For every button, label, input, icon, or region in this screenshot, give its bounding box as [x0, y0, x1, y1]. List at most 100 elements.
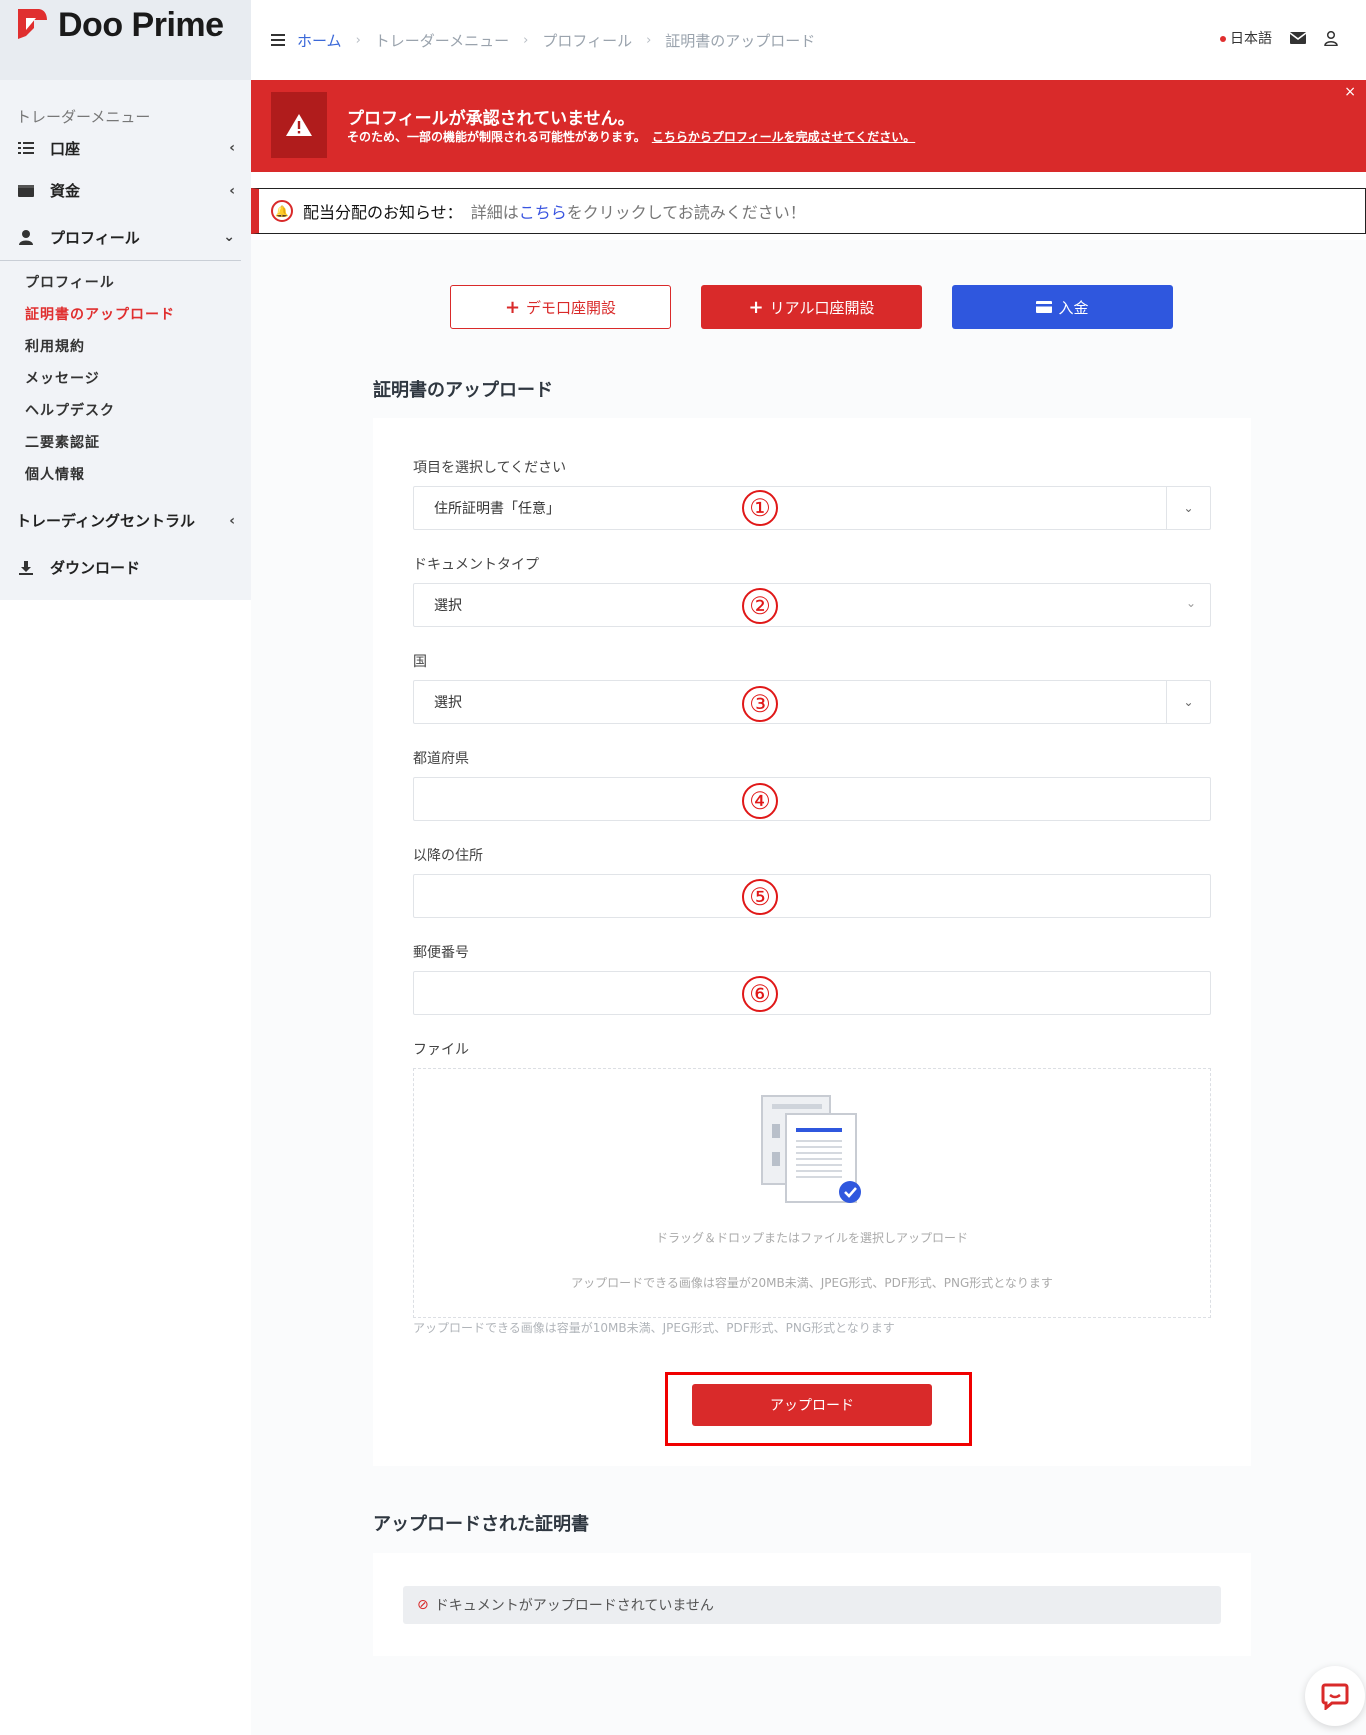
warning-icon: [271, 92, 327, 158]
submenu-item-helpdesk[interactable]: ヘルプデスク: [25, 395, 251, 427]
plus-icon: +: [748, 296, 764, 318]
deposit-button[interactable]: 入金: [952, 285, 1173, 329]
item-select-value: 住所証明書「任意」: [434, 501, 560, 517]
item-select-label: 項目を選択してください: [413, 460, 567, 476]
file-label: ファイル: [413, 1042, 469, 1058]
language-selector[interactable]: 日本語: [1220, 28, 1272, 48]
sidebar-item-label: 口座: [50, 139, 81, 158]
sidebar-item-download[interactable]: ダウンロード: [0, 544, 251, 591]
credit-card-icon: [1036, 301, 1053, 313]
alert-text: そのため、一部の機能が制限される可能性があります。: [347, 130, 646, 144]
submenu-item-document-upload[interactable]: 証明書のアップロード: [25, 299, 251, 331]
document-type-value: 選択: [434, 598, 462, 614]
postal-code-input[interactable]: [413, 971, 1211, 1015]
profile-not-approved-alert: プロフィールが承認されていません。 そのため、一部の機能が制限される可能性があり…: [251, 80, 1366, 172]
chevron-left-icon: ‹: [229, 140, 235, 156]
submenu-item-messages[interactable]: メッセージ: [25, 363, 251, 395]
submenu-item-2fa[interactable]: 二要素認証: [25, 427, 251, 459]
button-label: デモ口座開設: [526, 298, 617, 317]
sidebar-item-accounts[interactable]: 口座 ‹: [0, 129, 251, 167]
sidebar-item-label: 資金: [50, 182, 81, 200]
marker-5: ⑤: [742, 879, 778, 915]
hamburger-menu-icon[interactable]: [269, 34, 287, 46]
ban-icon: ⊘: [417, 1597, 429, 1613]
submenu-item-profile[interactable]: プロフィール: [25, 267, 251, 299]
country-value: 選択: [434, 695, 462, 711]
chat-support-button[interactable]: [1305, 1666, 1365, 1726]
menu-title: トレーダーメニュー: [16, 108, 151, 126]
marker-3: ③: [742, 686, 778, 722]
notice-title: 配当分配のお知らせ：: [303, 203, 463, 222]
open-real-account-button[interactable]: + リアル口座開設: [701, 285, 922, 329]
dividend-notice: 🔔 配当分配のお知らせ： 詳細は こちら をクリックしてお読みください！: [251, 188, 1366, 234]
profile-submenu: プロフィール 証明書のアップロード 利用規約 メッセージ ヘルプデスク 二要素認…: [0, 261, 251, 497]
breadcrumb-trader-menu[interactable]: トレーダーメニュー: [375, 30, 509, 51]
chevron-left-icon: ‹: [229, 182, 235, 199]
document-type-select[interactable]: 選択 ⌄: [413, 583, 1211, 627]
dropzone-text: ドラッグ＆ドロップまたはファイルを選択しアップロード: [655, 1231, 968, 1245]
breadcrumb-separator: ›: [523, 32, 529, 48]
chevron-down-icon: ⌄: [223, 229, 235, 245]
sidebar: Doo Prime トレーダーメニュー 口座 ‹ 資金 ‹ プロフィール ⌄ プ…: [0, 0, 251, 600]
header-actions: 日本語: [1220, 28, 1338, 48]
notice-link[interactable]: こちら: [519, 199, 567, 223]
user-icon: [16, 229, 36, 245]
mail-icon[interactable]: [1290, 32, 1306, 44]
address-label: 以降の住所: [413, 848, 483, 864]
close-icon[interactable]: ×: [1344, 84, 1356, 100]
sidebar-item-profile[interactable]: プロフィール ⌄: [0, 214, 241, 261]
notice-text-before: 詳細は: [470, 203, 519, 222]
bell-icon: 🔔: [271, 200, 293, 222]
upload-section-title: 証明書のアップロード: [373, 380, 553, 401]
upload-button[interactable]: アップロード: [692, 1384, 932, 1426]
brand-name: Doo Prime: [58, 6, 224, 44]
submenu-item-terms[interactable]: 利用規約: [25, 331, 251, 363]
prefecture-input[interactable]: [413, 777, 1211, 821]
complete-profile-link[interactable]: こちらからプロフィールを完成させてください。: [652, 130, 915, 144]
empty-text: ドキュメントがアップロードされていません: [434, 1598, 714, 1614]
chat-icon: [1321, 1683, 1349, 1710]
uploaded-documents-title: アップロードされた証明書: [373, 1514, 589, 1535]
user-account-icon[interactable]: [1324, 30, 1338, 46]
sidebar-item-trading-central[interactable]: トレーディングセントラル ‹: [0, 497, 251, 544]
list-icon: [16, 140, 36, 156]
chevron-left-icon: ‹: [229, 512, 235, 529]
marker-1: ①: [742, 490, 778, 526]
open-demo-account-button[interactable]: + デモ口座開設: [450, 285, 671, 329]
alert-title: プロフィールが承認されていません。: [347, 109, 635, 129]
submenu-item-personal-info[interactable]: 個人情報: [25, 459, 251, 491]
wallet-icon: [16, 183, 36, 199]
chevron-down-icon: ⌄: [1185, 596, 1196, 610]
notice-text-after: をクリックしてお読みください！: [566, 203, 806, 222]
item-select[interactable]: 住所証明書「任意」 ⌄: [413, 486, 1211, 530]
document-type-label: ドキュメントタイプ: [413, 557, 539, 573]
marker-4: ④: [742, 783, 778, 819]
marker-6: ⑥: [742, 976, 778, 1012]
flag-icon: [1220, 36, 1226, 42]
dropzone-hint: アップロードできる画像は容量が20MB未満、JPEG形式、PDF形式、PNG形式…: [571, 1276, 1053, 1290]
country-label: 国: [413, 654, 427, 670]
logo[interactable]: Doo Prime: [0, 0, 251, 80]
postal-code-label: 郵便番号: [413, 945, 469, 961]
file-size-hint: アップロードできる画像は容量が10MB未満、JPEG形式、PDF形式、PNG形式…: [413, 1321, 895, 1335]
no-documents-message: ⊘ ドキュメントがアップロードされていません: [403, 1586, 1221, 1624]
top-header: ホーム › トレーダーメニュー › プロフィール › 証明書のアップロード 日本…: [251, 0, 1366, 80]
prefecture-label: 都道府県: [413, 751, 469, 767]
breadcrumb-profile[interactable]: プロフィール: [542, 30, 632, 51]
sidebar-item-label: トレーディングセントラル: [16, 512, 195, 530]
file-dropzone[interactable]: ドラッグ＆ドロップまたはファイルを選択しアップロード アップロードできる画像は容…: [413, 1068, 1211, 1318]
button-label: リアル口座開設: [769, 298, 875, 317]
download-icon: [16, 560, 36, 576]
chevron-down-icon: ⌄: [1166, 681, 1210, 723]
address-input[interactable]: [413, 874, 1211, 918]
breadcrumb-separator: ›: [355, 32, 361, 48]
sidebar-item-label: ダウンロード: [50, 559, 141, 577]
chevron-down-icon: ⌄: [1166, 487, 1210, 529]
alert-message: そのため、一部の機能が制限される可能性があります。 こちらからプロフィールを完成さ…: [347, 128, 915, 145]
document-upload-icon: [761, 1095, 861, 1203]
breadcrumb-home[interactable]: ホーム: [297, 30, 342, 51]
sidebar-item-funds[interactable]: 資金 ‹: [0, 167, 251, 214]
language-label: 日本語: [1230, 31, 1272, 47]
country-select[interactable]: 選択 ⌄: [413, 680, 1211, 724]
breadcrumb: ホーム › トレーダーメニュー › プロフィール › 証明書のアップロード: [297, 30, 815, 51]
